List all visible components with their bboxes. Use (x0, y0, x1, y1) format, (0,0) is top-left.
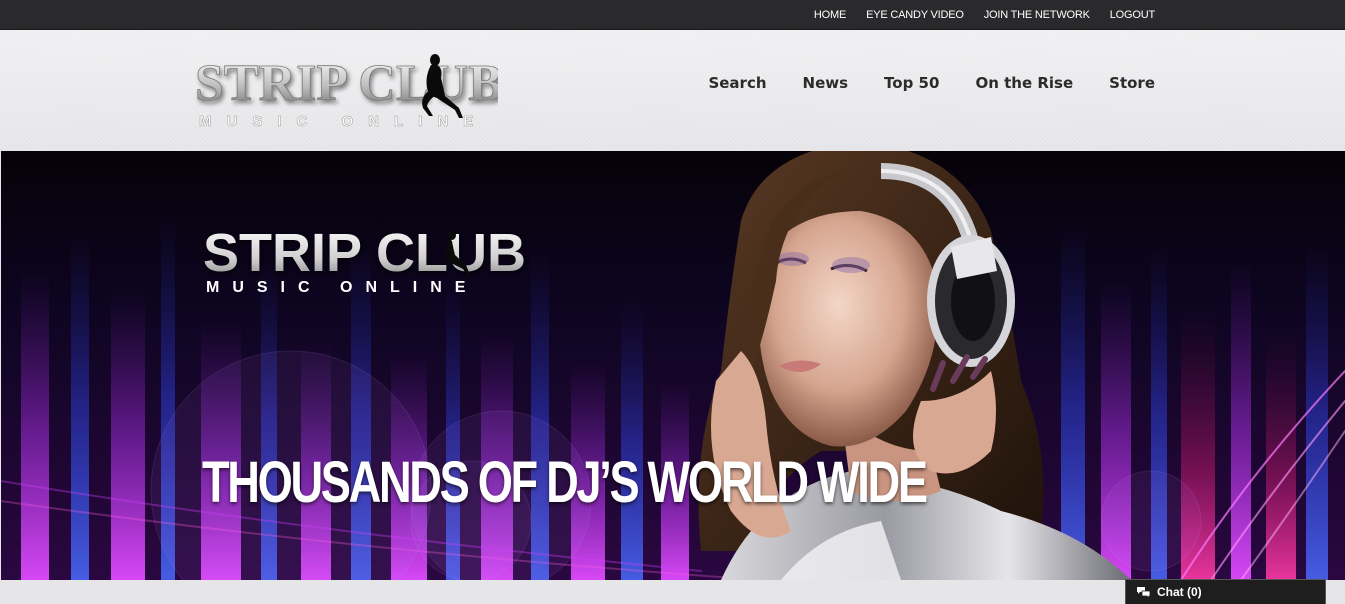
site-header: STRIP CLUB MUSIC ONLINE Search News Top … (0, 30, 1345, 151)
hero-brand-logo: STRIP CLUB MUSIC ONLINE (203, 223, 526, 296)
nav-news-link[interactable]: News (803, 74, 849, 92)
nav-on-the-rise-label: On the Rise (975, 74, 1074, 92)
top-nav-join-network-link[interactable]: JOIN THE NETWORK (984, 9, 1090, 21)
nav-top-50-link[interactable]: Top 50 (884, 74, 939, 92)
top-nav-logout-link[interactable]: LOGOUT (1110, 9, 1155, 21)
speech-bubbles-icon (1137, 587, 1151, 598)
top-nav-eye-candy-video-link[interactable]: EYE CANDY VIDEO (866, 9, 964, 21)
nav-store-link[interactable]: Store (1109, 74, 1155, 92)
hero-brand-line1: STRIP CLUB (203, 223, 526, 283)
top-nav: HOME EYE CANDY VIDEO JOIN THE NETWORK LO… (814, 0, 1155, 30)
top-nav-home-link[interactable]: HOME (814, 9, 846, 21)
hero-headline: THOUSANDS OF DJ’S WORLD WIDE (202, 450, 928, 515)
nav-top-50-label: Top 50 (884, 74, 940, 92)
hero-banner: STRIP CLUB MUSIC ONLINE THOUSANDS OF DJ’… (1, 151, 1345, 580)
nav-on-the-rise-link[interactable]: On the Rise (975, 74, 1073, 92)
hero-background-graphic: STRIP CLUB MUSIC ONLINE (1, 151, 1345, 580)
hero-brand-line2: MUSIC ONLINE (206, 279, 478, 296)
logo-line2: MUSIC ONLINE (199, 113, 488, 130)
nav-store-label: Store (1109, 74, 1155, 92)
main-nav: Search News Top 50 On the Rise Store (708, 74, 1155, 92)
site-logo[interactable]: STRIP CLUB MUSIC ONLINE (193, 52, 503, 130)
nav-search-link[interactable]: Search (708, 74, 766, 92)
chat-button[interactable]: Chat (0) (1125, 579, 1326, 604)
chat-label: Chat (0) (1157, 585, 1202, 599)
nav-news-label: News (802, 74, 849, 92)
nav-search-label: Search (708, 74, 767, 92)
top-utility-bar: HOME EYE CANDY VIDEO JOIN THE NETWORK LO… (0, 0, 1345, 30)
logo-graphic: STRIP CLUB MUSIC ONLINE (195, 54, 503, 130)
